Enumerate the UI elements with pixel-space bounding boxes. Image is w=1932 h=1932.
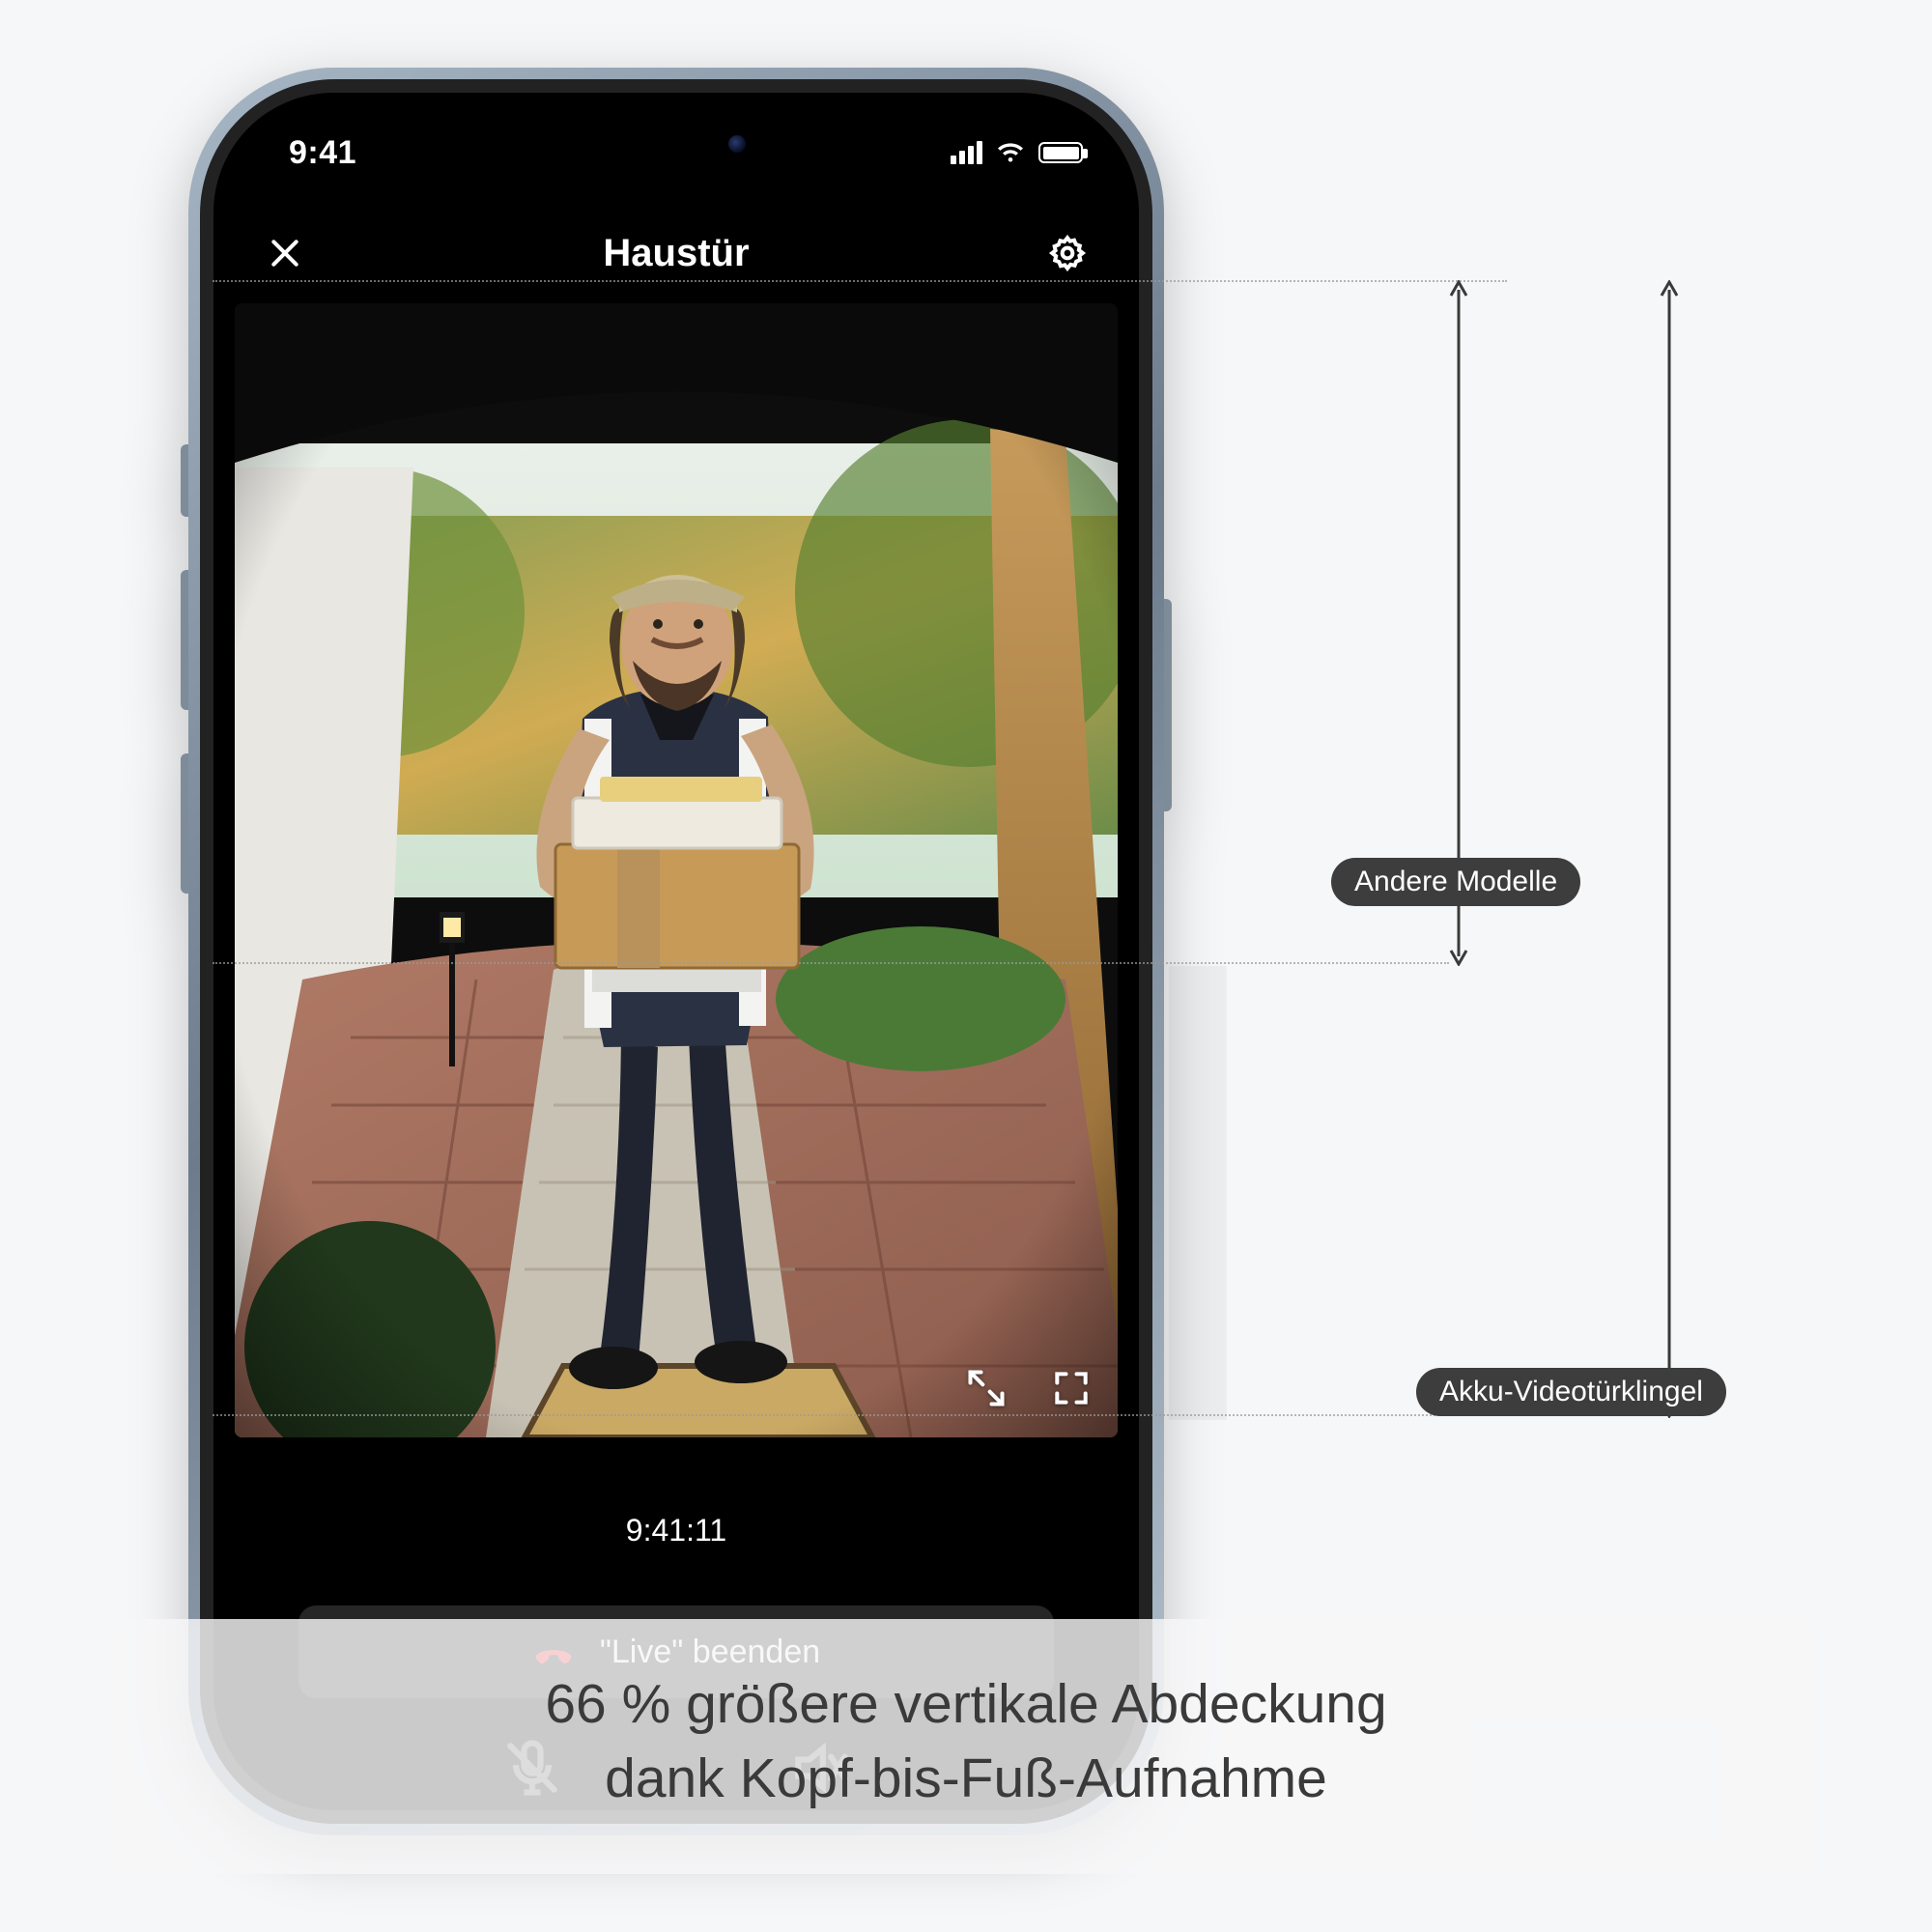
guide-bottom bbox=[213, 1414, 1536, 1416]
phone-screen: 9:41 Haustür bbox=[213, 93, 1139, 1810]
label-this-model: Akku-Videotürklingel bbox=[1416, 1368, 1726, 1416]
range-arrow-this bbox=[1658, 280, 1681, 1418]
cellular-icon bbox=[951, 141, 982, 164]
camera-title: Haustür bbox=[603, 232, 749, 275]
guide-mid bbox=[213, 962, 1449, 964]
app-header: Haustür bbox=[213, 228, 1139, 278]
doorbell-camera-image bbox=[235, 303, 1118, 1437]
expand-icon bbox=[965, 1367, 1008, 1409]
close-button[interactable] bbox=[260, 228, 310, 278]
status-time: 9:41 bbox=[289, 134, 356, 172]
fullscreen-icon bbox=[1050, 1367, 1093, 1409]
marketing-caption: 66 % größere vertikale Abdeckung dank Ko… bbox=[116, 1619, 1816, 1874]
phone-mockup: 9:41 Haustür bbox=[188, 68, 1164, 1835]
label-other-models: Andere Modelle bbox=[1331, 858, 1580, 906]
settings-button[interactable] bbox=[1042, 228, 1093, 278]
wifi-icon bbox=[996, 141, 1025, 164]
expand-button[interactable] bbox=[965, 1367, 1008, 1414]
close-icon bbox=[266, 234, 304, 272]
fullscreen-button[interactable] bbox=[1050, 1367, 1093, 1414]
video-timestamp: 9:41:11 bbox=[213, 1513, 1139, 1548]
gear-icon bbox=[1048, 234, 1087, 272]
coverage-comparison: Andere Modelle Akku-Videotürklingel bbox=[1188, 280, 1729, 1420]
guide-top bbox=[213, 280, 1507, 282]
battery-icon bbox=[1038, 142, 1083, 163]
dynamic-island bbox=[551, 118, 802, 172]
caption-line-2: dank Kopf-bis-Fuß-Aufnahme bbox=[155, 1742, 1777, 1816]
live-video-feed[interactable] bbox=[235, 303, 1118, 1437]
caption-line-1: 66 % größere vertikale Abdeckung bbox=[155, 1667, 1777, 1742]
